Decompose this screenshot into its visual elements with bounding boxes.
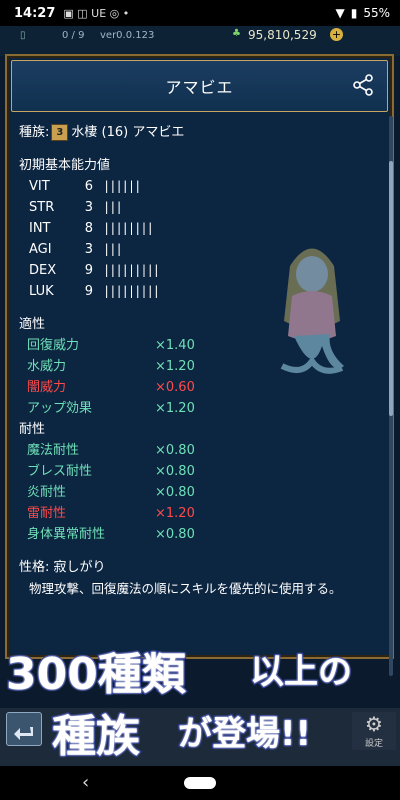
race-rank-icon: 3 bbox=[51, 124, 69, 141]
stat-name: INT bbox=[29, 221, 51, 236]
resistance-row: 雷耐性 ×1.20 bbox=[19, 503, 379, 524]
stat-bars: ||||||||| bbox=[103, 284, 160, 298]
resistance-name: 炎耐性 bbox=[27, 485, 67, 500]
race-value: 水棲 (16) アマビエ bbox=[71, 125, 185, 140]
version-label: ver0.0.123 bbox=[100, 30, 155, 41]
promo-banner-line1: 300種類 以上の bbox=[0, 638, 400, 702]
personality-label: 性格: 寂しがり bbox=[19, 560, 106, 575]
resistance-row: 身体異常耐性 ×0.80 bbox=[19, 524, 379, 545]
nav-home-pill[interactable] bbox=[184, 777, 216, 789]
stat-value: 8 bbox=[84, 221, 93, 236]
aptitude-row: 闇威力 ×0.60 bbox=[19, 377, 379, 398]
wifi-icon: ▼ bbox=[335, 6, 345, 20]
resistance-value: ×1.20 bbox=[155, 506, 195, 521]
resistance-value: ×0.80 bbox=[155, 464, 195, 479]
stat-bars: |||||||| bbox=[103, 221, 154, 235]
personality-description: 物理攻撃、回復魔法の順にスキルを優先的に使用する。 bbox=[29, 581, 342, 596]
aptitude-value: ×1.40 bbox=[155, 338, 195, 353]
resistance-name: 雷耐性 bbox=[27, 506, 67, 521]
resistance-value: ×0.80 bbox=[155, 443, 195, 458]
dialog-scrollbar[interactable] bbox=[389, 116, 393, 676]
stat-value: 9 bbox=[84, 284, 93, 299]
aptitude-name: 回復威力 bbox=[27, 338, 80, 353]
stat-row: INT 8 |||||||| bbox=[19, 218, 379, 239]
resistance-row: 炎耐性 ×0.80 bbox=[19, 482, 379, 503]
gold-add-button[interactable]: + bbox=[330, 28, 343, 41]
stat-value: 3 bbox=[84, 200, 93, 215]
dialog-title: アマビエ bbox=[165, 78, 234, 97]
stat-bars: ||| bbox=[103, 242, 123, 256]
dialog-content: 種族: 3 水棲 (16) アマビエ 初期基本能力値 VIT 6 |||||| ST… bbox=[19, 122, 379, 599]
stat-value: 6 bbox=[84, 179, 93, 194]
promo-text-300-types: 300種類 bbox=[5, 648, 188, 702]
stat-row: DEX 9 ||||||||| bbox=[19, 260, 379, 281]
aptitude-row: 回復威力 ×1.40 bbox=[19, 335, 379, 356]
game-top-bar: ▯ 0 / 9 ver0.0.123 ♣ 95,810,529 + bbox=[0, 26, 400, 56]
aptitude-value: ×1.20 bbox=[155, 359, 195, 374]
share-icon[interactable] bbox=[351, 73, 375, 97]
monster-detail-dialog: アマビエ 種族: 3 水棲 (16) アマビエ 初期基本能力値 VIT 6 ||||… bbox=[5, 54, 394, 676]
stat-name: LUK bbox=[29, 284, 54, 299]
system-nav-bar: ‹ bbox=[0, 766, 400, 800]
resistance-name: 魔法耐性 bbox=[27, 443, 80, 458]
resistance-row: ブレス耐性 ×0.80 bbox=[19, 461, 379, 482]
stat-name: STR bbox=[29, 200, 55, 215]
race-row: 種族: 3 水棲 (16) アマビエ bbox=[19, 122, 379, 143]
gold-amount: 95,810,529 bbox=[248, 28, 317, 42]
battery-icon: ▮ bbox=[350, 6, 358, 20]
promo-banner-line2: 種族 が登場!! bbox=[0, 698, 400, 764]
resistance-heading: 耐性 bbox=[19, 422, 46, 437]
resistance-value: ×0.80 bbox=[155, 527, 195, 542]
stat-name: VIT bbox=[29, 179, 50, 194]
resistance-name: ブレス耐性 bbox=[27, 464, 93, 479]
stat-row: LUK 9 ||||||||| bbox=[19, 281, 379, 302]
base-stats-section: 初期基本能力値 VIT 6 |||||| STR 3 ||| INT 8 |||||||| … bbox=[19, 155, 379, 302]
base-stats-heading: 初期基本能力値 bbox=[19, 158, 111, 173]
status-time: 14:27 bbox=[14, 5, 56, 21]
aptitude-value: ×0.60 bbox=[155, 380, 195, 395]
gold-icon: ♣ bbox=[232, 28, 241, 39]
stat-name: DEX bbox=[29, 263, 57, 278]
aptitude-section: 適性 回復威力 ×1.40 水威力 ×1.20 闇威力 ×0.60 アップ効果 ×1.2… bbox=[19, 314, 379, 419]
aptitude-row: アップ効果 ×1.20 bbox=[19, 398, 379, 419]
stat-row: AGI 3 ||| bbox=[19, 239, 379, 260]
aptitude-name: 水威力 bbox=[27, 359, 67, 374]
promo-text-races: 種族 bbox=[51, 710, 142, 764]
promo-text-appear: が登場!! bbox=[176, 713, 312, 756]
status-bar: 14:27 ▣ ◫ UE ◎ • ▼ ▮ 55% bbox=[0, 0, 400, 26]
resistance-value: ×0.80 bbox=[155, 485, 195, 500]
inventory-count: 0 / 9 bbox=[62, 30, 85, 41]
race-label: 種族: bbox=[19, 125, 50, 140]
resistance-row: 魔法耐性 ×0.80 bbox=[19, 440, 379, 461]
aptitude-name: 闇威力 bbox=[27, 380, 67, 395]
aptitude-row: 水威力 ×1.20 bbox=[19, 356, 379, 377]
stat-row: STR 3 ||| bbox=[19, 197, 379, 218]
stat-value: 9 bbox=[84, 263, 93, 278]
nav-back-icon[interactable]: ‹ bbox=[82, 772, 89, 793]
stat-name: AGI bbox=[29, 242, 52, 257]
aptitude-value: ×1.20 bbox=[155, 401, 195, 416]
inventory-icon: ▯ bbox=[20, 30, 26, 41]
resistance-section: 耐性 魔法耐性 ×0.80 ブレス耐性 ×0.80 炎耐性 ×0.80 雷耐性 ×1.2… bbox=[19, 419, 379, 545]
personality-section: 性格: 寂しがり 物理攻撃、回復魔法の順にスキルを優先的に使用する。 bbox=[19, 557, 379, 599]
scrollbar-thumb[interactable] bbox=[389, 161, 393, 416]
status-right: ▼ ▮ 55% bbox=[335, 6, 390, 20]
status-notification-icons: ▣ ◫ UE ◎ • bbox=[63, 6, 130, 20]
stat-value: 3 bbox=[84, 242, 93, 257]
stat-row: VIT 6 |||||| bbox=[19, 176, 379, 197]
stat-bars: ||| bbox=[103, 200, 123, 214]
battery-level: 55% bbox=[363, 6, 390, 20]
aptitude-name: アップ効果 bbox=[27, 401, 93, 416]
resistance-name: 身体異常耐性 bbox=[27, 527, 106, 542]
dialog-titlebar: アマビエ bbox=[11, 60, 388, 112]
stat-bars: |||||| bbox=[103, 179, 141, 193]
aptitude-heading: 適性 bbox=[19, 317, 46, 332]
promo-text-or-more: 以上の bbox=[249, 651, 354, 694]
stat-bars: ||||||||| bbox=[103, 263, 160, 277]
